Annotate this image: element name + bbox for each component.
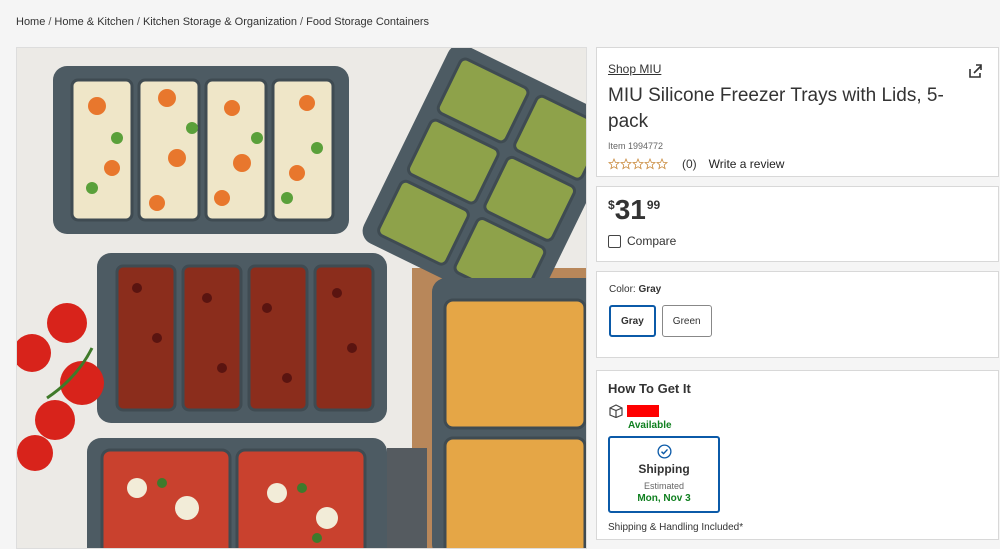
shipping-option[interactable]: Shipping Estimated Mon, Nov 3 xyxy=(608,436,720,513)
redacted-block xyxy=(627,405,659,417)
color-selector-card: Color: Gray Gray Green xyxy=(596,271,999,358)
item-number: Item 1994772 xyxy=(608,141,664,151)
shop-brand-link[interactable]: Shop MIU xyxy=(608,62,661,76)
rating-row: (0) Write a review xyxy=(608,157,987,171)
breadcrumb-separator: / xyxy=(136,16,140,28)
write-review-link[interactable]: Write a review xyxy=(709,157,785,171)
compare-checkbox[interactable] xyxy=(608,234,621,248)
price-cents: 99 xyxy=(646,198,661,212)
shipping-method: Shipping xyxy=(638,462,690,476)
breadcrumb: Home / Home & Kitchen / Kitchen Storage & Or… xyxy=(16,16,429,28)
star-icon xyxy=(608,158,620,170)
star-icon xyxy=(644,158,656,170)
check-circle-icon xyxy=(656,444,672,459)
price-card: $ 31 99 Compare xyxy=(596,186,999,262)
price: $ 31 99 xyxy=(608,195,987,225)
review-count: (0) xyxy=(682,157,697,171)
star-rating[interactable] xyxy=(608,158,668,170)
color-selected-value: Gray xyxy=(638,284,662,295)
breadcrumb-food-storage[interactable]: Food Storage Containers xyxy=(306,16,429,28)
delivery-date: Mon, Nov 3 xyxy=(637,493,691,504)
delivery-card: How To Get It Available Shipping Estimat… xyxy=(596,370,999,540)
price-currency: $ xyxy=(608,198,615,212)
compare-label: Compare xyxy=(627,234,677,248)
product-info-card: Shop MIU MIU Silicone Freezer Trays with… xyxy=(596,47,999,177)
price-whole: 31 xyxy=(614,194,646,225)
breadcrumb-kitchen-storage[interactable]: Kitchen Storage & Organization xyxy=(143,16,297,28)
shipping-note: Shipping & Handling Included* xyxy=(608,522,744,533)
breadcrumb-home[interactable]: Home xyxy=(16,16,45,28)
availability-status: Available xyxy=(628,420,672,431)
color-label-text: Color: xyxy=(609,284,639,295)
compare-option[interactable]: Compare xyxy=(608,234,987,248)
star-icon xyxy=(656,158,668,170)
star-icon xyxy=(632,158,644,170)
breadcrumb-separator: / xyxy=(300,16,304,28)
breadcrumb-separator: / xyxy=(48,16,52,28)
color-swatches: Gray Green xyxy=(609,305,986,337)
breadcrumb-home-kitchen[interactable]: Home & Kitchen xyxy=(54,16,133,28)
how-to-get-it-heading: How To Get It xyxy=(608,381,691,396)
product-photo xyxy=(17,48,586,548)
availability-row xyxy=(608,404,987,418)
color-label: Color: Gray xyxy=(609,284,986,295)
product-image[interactable] xyxy=(16,47,587,549)
estimated-label: Estimated xyxy=(643,481,685,491)
product-title: MIU Silicone Freezer Trays with Lids, 5-… xyxy=(608,85,944,132)
color-option-green[interactable]: Green xyxy=(661,305,712,337)
share-icon[interactable] xyxy=(967,63,983,79)
color-option-gray[interactable]: Gray xyxy=(609,305,656,337)
star-icon xyxy=(620,158,632,170)
box-icon xyxy=(609,404,623,418)
